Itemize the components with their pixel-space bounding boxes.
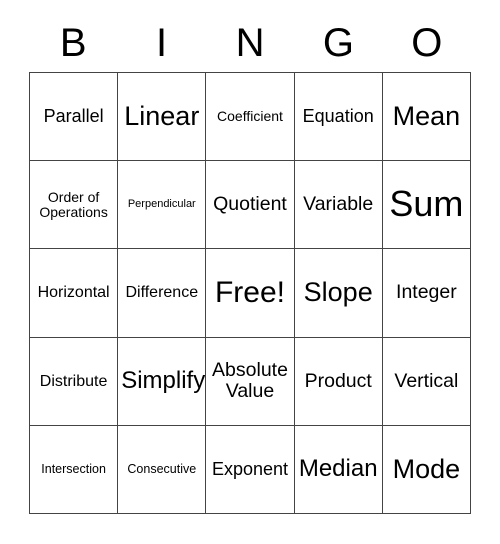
- bingo-free-space-label: Free!: [214, 275, 285, 309]
- bingo-cell-o2[interactable]: Sum: [382, 161, 471, 250]
- bingo-cell-g5[interactable]: Median: [294, 425, 383, 514]
- bingo-cell-o3[interactable]: Integer: [382, 249, 471, 338]
- bingo-cell-label: Simplify: [121, 367, 206, 395]
- bingo-cell-label: Exponent: [211, 458, 289, 479]
- bingo-cell-label: Median: [298, 455, 378, 483]
- bingo-cell-label: Slope: [303, 277, 373, 308]
- bingo-cell-g2[interactable]: Variable: [294, 161, 383, 250]
- bingo-card: B I N G O Parallel Linear Coefficient Eq…: [0, 0, 500, 544]
- bingo-cell-label: Sum: [389, 183, 464, 225]
- bingo-cell-o1[interactable]: Mean: [382, 73, 471, 162]
- bingo-cell-n5[interactable]: Exponent: [206, 425, 295, 514]
- bingo-header-letter-o: O: [411, 21, 443, 65]
- bingo-cell-label: Intersection: [41, 461, 106, 476]
- bingo-cell-label: Difference: [125, 284, 199, 302]
- bingo-cell-label: Integer: [396, 281, 457, 304]
- bingo-cell-label: Vertical: [394, 369, 459, 392]
- bingo-cell-label: Absolute Value: [212, 359, 288, 403]
- bingo-cell-i4[interactable]: Simplify: [118, 337, 207, 426]
- bingo-cell-label: Linear: [124, 101, 200, 132]
- bingo-cell-label: Equation: [302, 105, 374, 126]
- bingo-cell-o5[interactable]: Mode: [382, 425, 471, 514]
- bingo-cell-i1[interactable]: Linear: [118, 73, 207, 162]
- bingo-cell-b1[interactable]: Parallel: [30, 73, 119, 162]
- bingo-cell-g4[interactable]: Product: [294, 337, 383, 426]
- bingo-cell-b5[interactable]: Intersection: [30, 425, 119, 514]
- bingo-cell-label: Quotient: [213, 193, 287, 216]
- bingo-cell-n4[interactable]: Absolute Value: [206, 337, 295, 426]
- bingo-cell-label: Coefficient: [217, 108, 283, 125]
- bingo-cell-b2[interactable]: Order of Operations: [30, 161, 119, 250]
- bingo-cell-i5[interactable]: Consecutive: [118, 425, 207, 514]
- bingo-cell-label: Parallel: [43, 105, 104, 126]
- bingo-cell-label: Horizontal: [37, 284, 110, 302]
- bingo-header-letter-b: B: [59, 21, 87, 65]
- bingo-cell-label: Consecutive: [127, 461, 197, 476]
- bingo-cell-b4[interactable]: Distribute: [30, 337, 119, 426]
- bingo-cell-g1[interactable]: Equation: [294, 73, 383, 162]
- bingo-cell-b3[interactable]: Horizontal: [30, 249, 119, 338]
- bingo-cell-label: Mode: [392, 453, 461, 484]
- bingo-header-row: B I N G O: [29, 14, 471, 72]
- bingo-cell-label: Product: [304, 369, 372, 392]
- bingo-header-letter-n: N: [235, 21, 265, 65]
- bingo-cell-label: Mean: [392, 101, 461, 132]
- bingo-cell-i2[interactable]: Perpendicular: [118, 161, 207, 250]
- bingo-header-letter-i: I: [156, 21, 168, 65]
- bingo-cell-label: Perpendicular: [127, 197, 196, 210]
- bingo-cell-label: Variable: [303, 193, 374, 216]
- bingo-cell-free-space[interactable]: Free!: [206, 249, 295, 338]
- bingo-header-letter-g: G: [322, 21, 354, 65]
- bingo-cell-o4[interactable]: Vertical: [382, 337, 471, 426]
- bingo-cell-g3[interactable]: Slope: [294, 249, 383, 338]
- bingo-cell-label: Distribute: [39, 372, 108, 390]
- bingo-grid: Parallel Linear Coefficient Equation Mea…: [29, 72, 471, 514]
- bingo-cell-label: Order of Operations: [39, 188, 108, 220]
- bingo-cell-n2[interactable]: Quotient: [206, 161, 295, 250]
- bingo-cell-i3[interactable]: Difference: [118, 249, 207, 338]
- bingo-cell-n1[interactable]: Coefficient: [206, 73, 295, 162]
